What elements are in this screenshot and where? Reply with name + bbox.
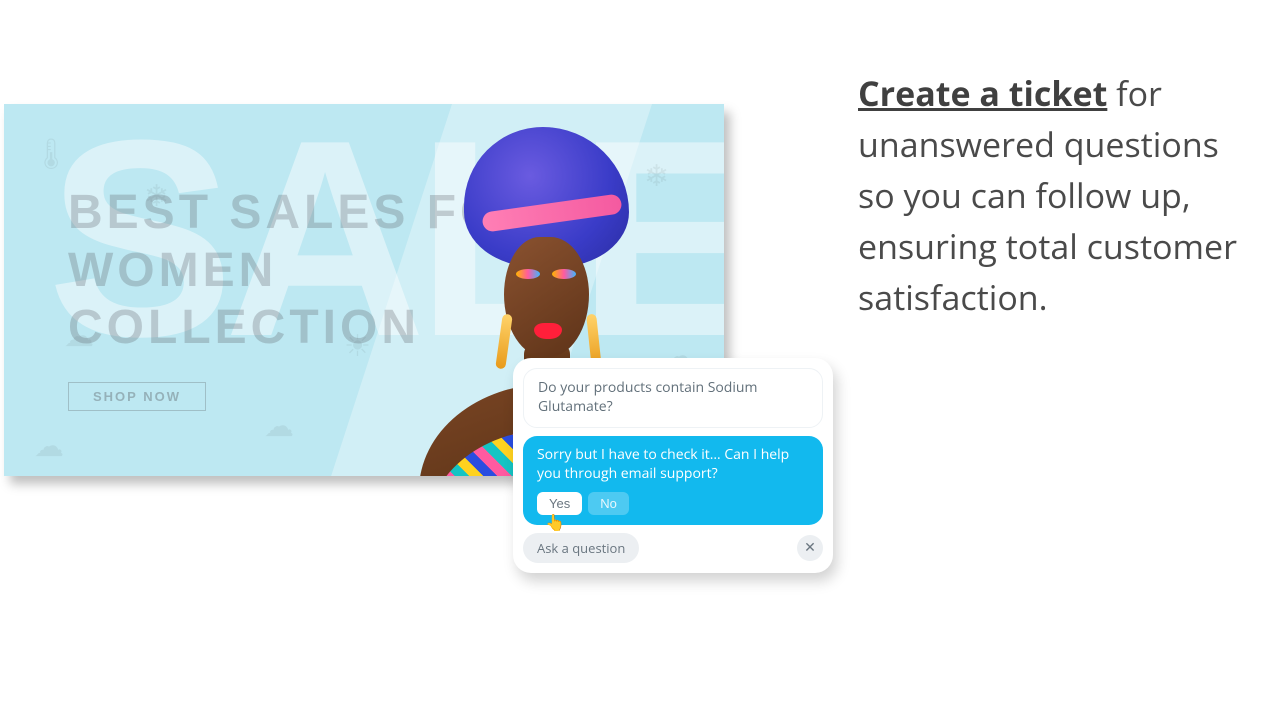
close-suggestion-button[interactable]: ✕ <box>797 535 823 561</box>
user-message: Do your products contain Sodium Glutamat… <box>523 368 823 428</box>
model-lips <box>534 323 562 339</box>
model-face <box>504 237 589 357</box>
bot-button-row: Yes No 👆 <box>537 492 809 515</box>
model-earring <box>495 314 513 370</box>
no-button[interactable]: No <box>588 492 629 515</box>
cloud-icon: ☁ <box>264 404 294 445</box>
marketing-copy: Create a ticket for unanswered questions… <box>858 68 1248 323</box>
close-icon: ✕ <box>804 538 816 557</box>
shop-now-button[interactable]: SHOP NOW <box>68 382 206 411</box>
bot-message-text: Sorry but I have to check it… Can I help… <box>537 445 789 483</box>
suggestion-chip[interactable]: Ask a question <box>523 533 639 563</box>
model-eyeshadow <box>516 269 540 279</box>
cursor-icon: 👆 <box>545 512 565 534</box>
chat-suggestion-row: Ask a question ✕ <box>523 533 823 563</box>
model-eyeshadow <box>552 269 576 279</box>
yes-button[interactable]: Yes <box>537 492 582 515</box>
chat-widget: Do your products contain Sodium Glutamat… <box>513 358 833 573</box>
cloud-icon: ☁ <box>34 424 64 465</box>
copy-headline: Create a ticket <box>858 70 1107 116</box>
bot-message: Sorry but I have to check it… Can I help… <box>523 436 823 525</box>
